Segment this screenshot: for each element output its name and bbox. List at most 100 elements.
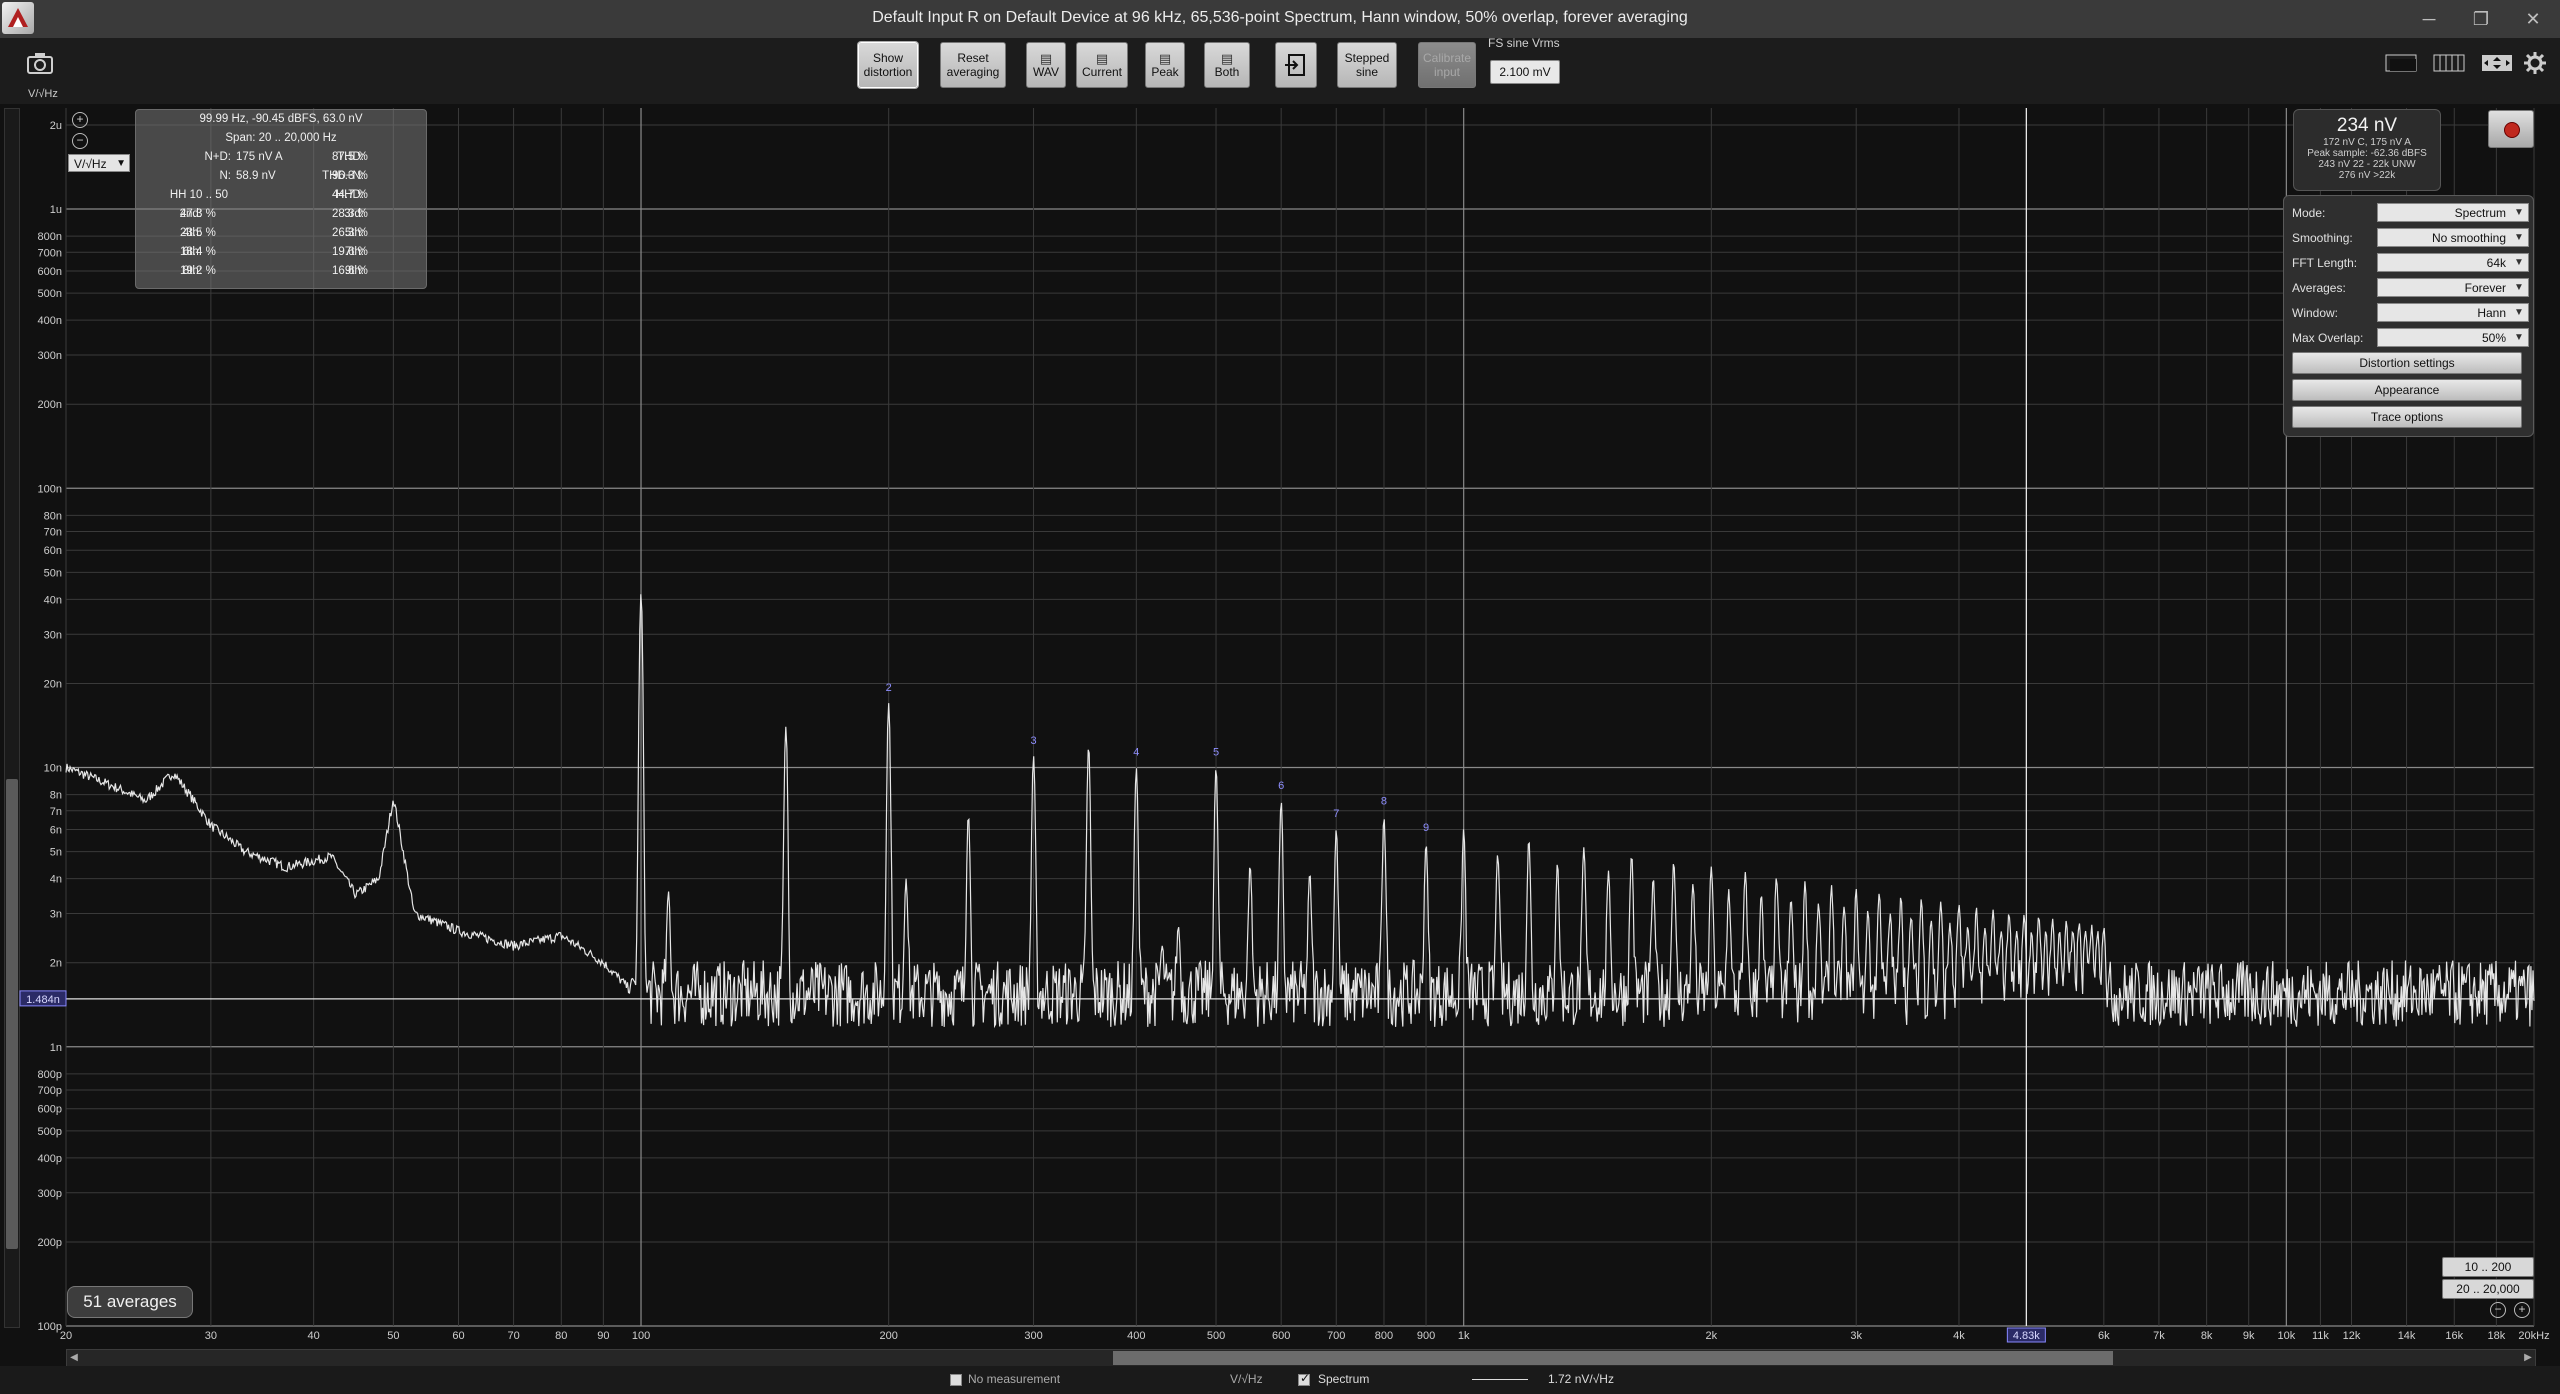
window-label: Window: [2292,306,2339,320]
y-tick-label: 1u [50,204,62,216]
x-axis-scrollbar[interactable]: ◀ ▶ [66,1349,2536,1367]
distortion-row: N+D: 175 nV A THD: 87.5 % [136,151,426,169]
distortion-span: Span: 20 .. 20,000 Hz [225,132,337,144]
x-tick-label: 9k [2243,1330,2255,1342]
fft-length-select[interactable]: 64k ▼ [2377,253,2529,272]
x-tick-label: 90 [597,1330,609,1342]
y-tick-label: 6n [50,824,62,836]
chevron-down-icon: ▼ [2514,282,2524,293]
x-tick-label: 500 [1207,1330,1225,1342]
chevron-down-icon: ▼ [2514,332,2524,343]
x-tick-label: 700 [1327,1330,1345,1342]
harmonic-label: 6 [1278,780,1284,792]
x-tick-label: 18k [2487,1330,2505,1342]
window-select[interactable]: Hann ▼ [2377,303,2529,322]
n-label: N: [219,170,232,182]
y-tick-label: 60n [44,545,62,557]
zoom-in-y-icon[interactable]: + [72,112,88,128]
y-unit-select-value: V/√Hz [74,157,107,171]
range-10-200-button[interactable]: 10 .. 200 [2442,1257,2534,1277]
distortion-settings-button[interactable]: Distortion settings [2292,352,2522,374]
x-tick-label: 200 [879,1330,897,1342]
y-tick-label: 200n [38,399,62,411]
max-overlap-row: Max Overlap: 50% ▼ [2292,328,2529,348]
y-tick-label: 3n [50,909,62,921]
window-row: Window: Hann ▼ [2292,303,2529,323]
harmonic-label: 5 [1213,747,1219,759]
x-tick-label: 14k [2398,1330,2416,1342]
averages-label: Averages: [2292,281,2346,295]
fft-length-label: FFT Length: [2292,256,2358,270]
y-unit-select[interactable]: V/√Hz ▼ [68,154,130,172]
averages-count-badge: 51 averages [67,1286,193,1318]
spectrum-checkbox[interactable] [1298,1371,1310,1386]
x-tick-label: 7k [2153,1330,2165,1342]
chevron-down-icon: ▼ [2514,232,2524,243]
h8-value: 19.2 % [180,265,216,277]
mode-select[interactable]: Spectrum ▼ [2377,203,2529,222]
thdn-value: 96.3 % [332,170,368,182]
hhd-value: 44.7 % [332,189,368,201]
y-tick-label: 200p [38,1237,62,1249]
h6-value: 18.4 % [180,246,216,258]
y-tick-label: 4n [50,874,62,886]
x-tick-label: 900 [1417,1330,1435,1342]
scroll-right-icon[interactable]: ▶ [2521,1350,2535,1366]
trace-swatch [1472,1379,1528,1380]
chevron-down-icon: ▼ [2514,207,2524,218]
max-overlap-value: 50% [2481,331,2506,345]
y-tick-label: 400p [38,1153,62,1165]
x-axis-scroll-thumb[interactable] [1113,1351,2113,1365]
y-tick-label: 100p [38,1321,62,1333]
max-overlap-select[interactable]: 50% ▼ [2377,328,2529,347]
mode-label: Mode: [2292,206,2326,220]
zoom-out-x-icon[interactable]: − [2490,1302,2506,1318]
x-tick-label: 4k [1953,1330,1965,1342]
distortion-row: HH 10 .. 50 HHD: 44.7 % [136,189,426,207]
y-tick-label: 300n [38,350,62,362]
y-tick-label: 2n [50,958,62,970]
x-tick-label: 60 [452,1330,464,1342]
x-tick-label: 70 [507,1330,519,1342]
harmonic-label: 4 [1133,747,1139,759]
x-tick-label: 8k [2201,1330,2213,1342]
y-tick-label: 700n [38,247,62,259]
x-tick-label: 40 [308,1330,320,1342]
distortion-row: 8th: 19.2 % 9th: 16.6 % [136,265,426,283]
averages-row: Averages: Forever ▼ [2292,278,2529,298]
y-tick-label: 800p [38,1069,62,1081]
h4-value: 23.5 % [180,227,216,239]
x-tick-label: 600 [1272,1330,1290,1342]
scroll-left-icon[interactable]: ◀ [67,1350,81,1366]
averages-select[interactable]: Forever ▼ [2377,278,2529,297]
record-icon [2504,122,2520,138]
y-tick-label: 2u [50,120,62,132]
harmonic-label: 8 [1381,796,1387,808]
h2-value: 47.3 % [180,208,216,220]
trace-options-button[interactable]: Trace options [2292,406,2522,428]
distortion-readout: 99.99 Hz, -90.45 dBFS, 63.0 nV Span: 20 … [135,109,427,289]
y-tick-label: 600n [38,266,62,278]
x-tick-label: 10k [2277,1330,2295,1342]
x-tick-label: 2k [1706,1330,1718,1342]
y-tick-label: 500n [38,288,62,300]
y-tick-label: 700p [38,1085,62,1097]
chevron-down-icon: ▼ [116,158,126,169]
hh-label: HH 10 .. 50 [169,189,228,201]
record-button[interactable] [2488,110,2534,148]
averages-value: Forever [2464,281,2506,295]
smoothing-select[interactable]: No smoothing ▼ [2377,228,2529,247]
n-value: 58.9 nV [236,170,276,182]
mode-value: Spectrum [2454,206,2506,220]
cursor-freq-label: 4.83k [2013,1330,2040,1342]
range-20-20000-button[interactable]: 20 .. 20,000 [2442,1279,2534,1299]
appearance-button[interactable]: Appearance [2292,379,2522,401]
level-peak-sample: Peak sample: -62.36 dBFS [2307,148,2427,159]
x-tick-label: 6k [2098,1330,2110,1342]
zoom-in-x-icon[interactable]: + [2514,1302,2530,1318]
harmonic-label: 9 [1423,822,1429,834]
zoom-out-y-icon[interactable]: − [72,133,88,149]
nd-value: 175 nV A [236,151,283,163]
no-measurement-checkbox[interactable] [950,1374,962,1386]
no-measurement-label: No measurement [968,1372,1061,1386]
